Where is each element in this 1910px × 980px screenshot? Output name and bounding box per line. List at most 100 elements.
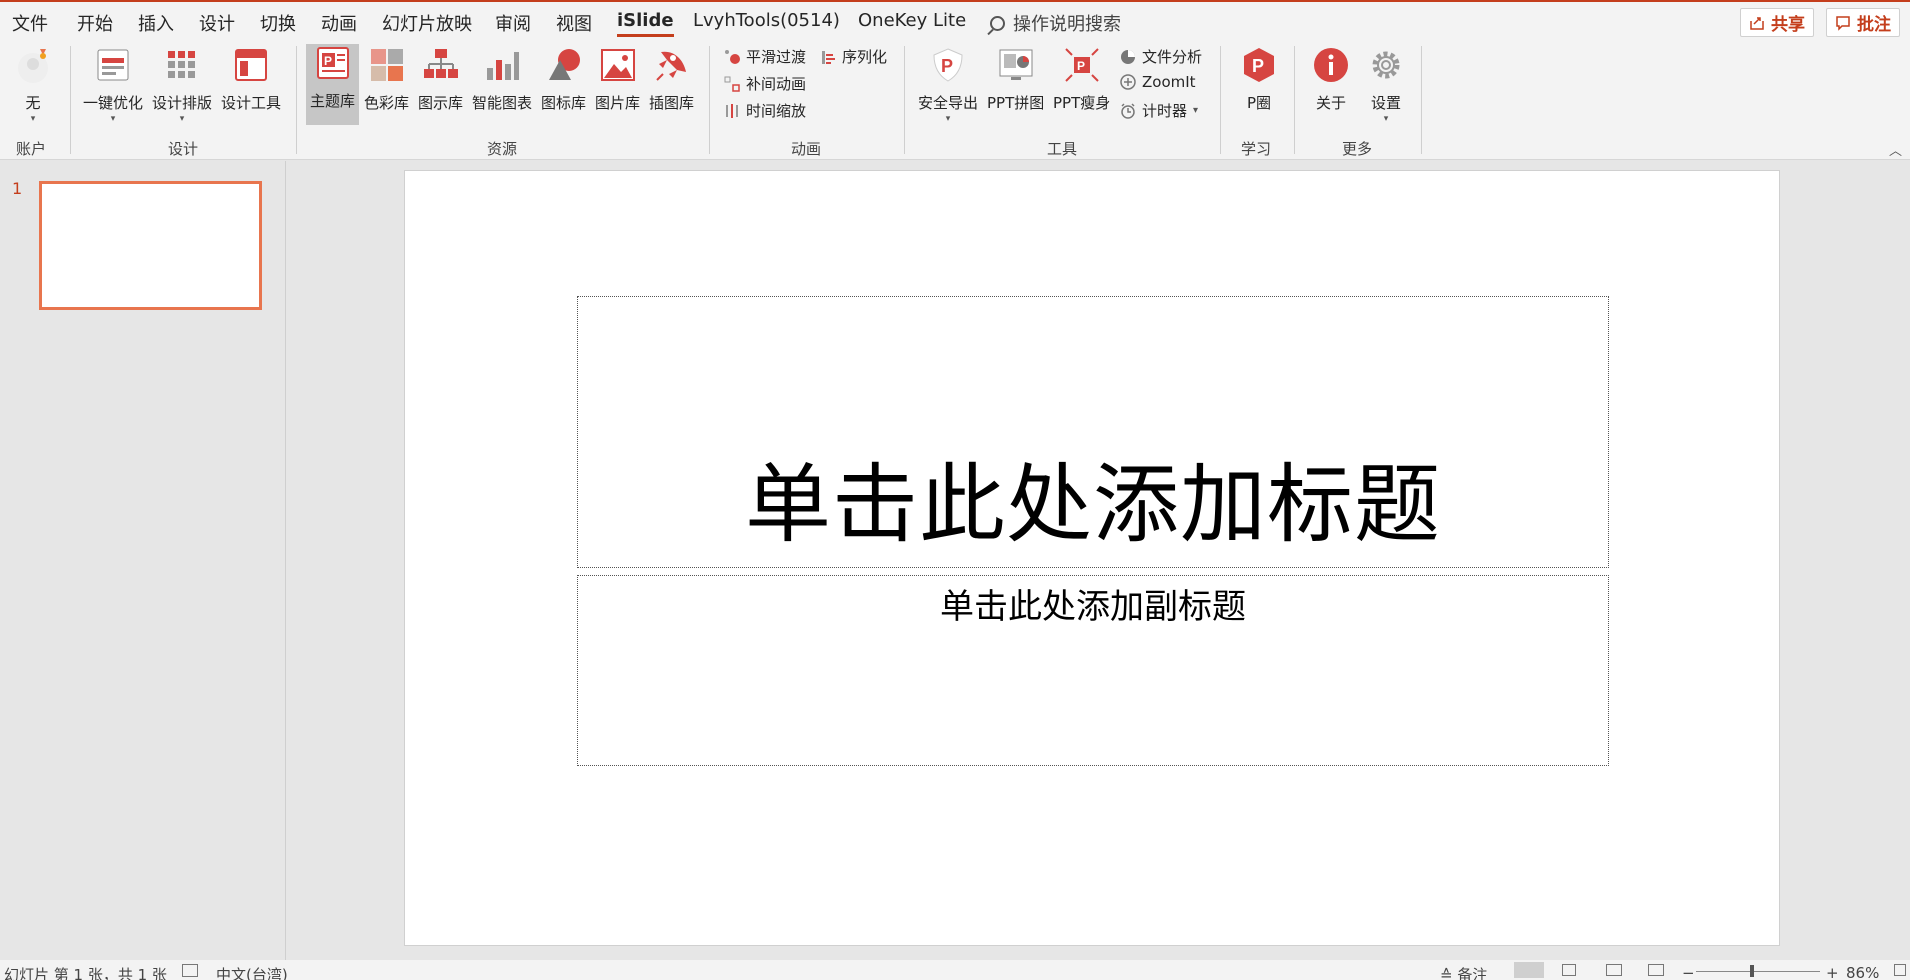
tab-transitions[interactable]: 切换 [260, 10, 296, 36]
svg-text:P: P [324, 54, 332, 68]
separator [709, 46, 710, 154]
zoom-slider-thumb[interactable] [1750, 965, 1754, 977]
group-label-account: 账户 [16, 140, 47, 158]
accessibility-icon[interactable] [182, 964, 198, 977]
search-icon [990, 15, 1005, 31]
tell-me-search[interactable]: 操作说明搜索 [990, 10, 1121, 36]
zoom-level[interactable]: 86% [1846, 964, 1879, 980]
notes-label: 备注 [1457, 966, 1488, 980]
ppt-collage-label: PPT拼图 [987, 94, 1045, 112]
icon-library-button[interactable]: 图标库 [541, 46, 586, 113]
tab-design[interactable]: 设计 [199, 10, 235, 36]
tab-view[interactable]: 视图 [556, 10, 592, 36]
illustration-library-label: 插图库 [649, 94, 695, 112]
image-library-button[interactable]: 图片库 [595, 46, 640, 113]
zoom-plus-icon [1120, 74, 1136, 90]
tab-file[interactable]: 文件 [12, 10, 48, 36]
ppt-collage-button[interactable]: PPT拼图 [987, 46, 1044, 113]
tab-slideshow[interactable]: 幻灯片放映 [382, 10, 472, 36]
serialize-icon [820, 49, 836, 65]
color-library-button[interactable]: 色彩库 [364, 46, 409, 113]
slide-count: 幻灯片 第 1 张，共 1 张 [4, 966, 167, 980]
account-button[interactable]: 无 ▾ [14, 46, 52, 124]
group-label-resources: 资源 [487, 140, 518, 158]
theme-library-button[interactable]: P 主题库 [306, 44, 360, 125]
separator [904, 46, 905, 154]
shield-p-icon: P [929, 46, 967, 84]
fit-to-window-icon[interactable] [1894, 964, 1906, 976]
settings-button[interactable]: 设置 ▾ [1367, 46, 1405, 124]
share-icon [1750, 16, 1764, 30]
slideshow-icon[interactable] [1648, 964, 1664, 976]
diagram-library-button[interactable]: 图示库 [418, 46, 463, 113]
tab-home[interactable]: 开始 [77, 10, 113, 36]
zoomit-button[interactable]: ZoomIt [1120, 73, 1196, 91]
illustration-library-button[interactable]: 插图库 [649, 46, 694, 113]
slide-number: 1 [12, 179, 23, 198]
ppt-slim-button[interactable]: P PPT瘦身 [1053, 46, 1110, 113]
separator [70, 46, 71, 154]
group-label-design: 设计 [168, 140, 199, 158]
tab-review[interactable]: 审阅 [495, 10, 531, 36]
slide-thumbnail[interactable] [39, 181, 262, 310]
smart-chart-label: 智能图表 [472, 94, 533, 112]
collapse-ribbon-icon[interactable]: ︿ [1889, 140, 1902, 159]
serialize-button[interactable]: 序列化 [820, 46, 887, 67]
smooth-transition-icon [724, 49, 740, 65]
settings-label: 设置 [1370, 94, 1401, 112]
timer-button[interactable]: 计时器 ▾ [1120, 100, 1198, 121]
chevron-down-icon: ▾ [1383, 114, 1389, 124]
slide-canvas[interactable]: 单击此处添加标题 单击此处添加副标题 [405, 171, 1779, 945]
time-scale-button[interactable]: 时间缩放 [724, 100, 806, 121]
subtitle-placeholder[interactable]: 单击此处添加副标题 [577, 575, 1609, 766]
notes-button[interactable]: ≙ 备注 [1440, 964, 1487, 980]
smart-chart-button[interactable]: 智能图表 [472, 46, 532, 113]
language-indicator[interactable]: 中文(台湾) [216, 964, 288, 980]
bar-chart-icon [483, 46, 521, 84]
tab-insert[interactable]: 插入 [138, 10, 174, 36]
p-circle-button[interactable]: P P圈 [1240, 46, 1278, 113]
zoom-slider[interactable] [1696, 965, 1820, 977]
compress-icon: P [1063, 46, 1101, 84]
tab-islide[interactable]: iSlide [617, 10, 674, 37]
collage-icon [997, 46, 1035, 84]
normal-view-icon[interactable] [1514, 962, 1544, 978]
smooth-transition-label: 平滑过渡 [746, 48, 807, 66]
title-placeholder[interactable]: 单击此处添加标题 [577, 296, 1609, 568]
file-analysis-button[interactable]: 文件分析 [1120, 46, 1202, 67]
reading-view-icon[interactable] [1606, 964, 1622, 976]
svg-text:P: P [941, 56, 953, 76]
tab-onekey-lite[interactable]: OneKey Lite [858, 10, 966, 31]
slide-sorter-icon[interactable] [1562, 964, 1576, 976]
slide-thumbnail-pane: 1 [0, 161, 286, 960]
theme-library-icon: P [314, 44, 352, 82]
tween-label: 补间动画 [746, 75, 807, 93]
optimize-icon [94, 46, 132, 84]
menu-tab-bar: 文件 开始 插入 设计 切换 动画 幻灯片放映 审阅 视图 iSlide Lvy… [0, 0, 1910, 40]
status-bar: 幻灯片 第 1 张，共 1 张 中文(台湾) ≙ 备注 − + 86% [0, 960, 1910, 980]
smooth-transition-button[interactable]: 平滑过渡 [724, 46, 806, 67]
tween-animation-button[interactable]: 补间动画 [724, 73, 806, 94]
tween-icon [724, 76, 740, 92]
color-library-label: 色彩库 [364, 94, 410, 112]
design-tools-button[interactable]: 设计工具 [221, 46, 281, 113]
icon-library-label: 图标库 [541, 94, 587, 112]
about-button[interactable]: 关于 [1312, 46, 1350, 113]
theme-library-label: 主题库 [310, 92, 356, 110]
secure-export-label: 安全导出 [918, 94, 979, 112]
tab-lvyhtools[interactable]: LvyhTools(0514) [693, 10, 840, 31]
svg-text:P: P [1252, 56, 1264, 76]
comments-button[interactable]: 批注 [1826, 8, 1900, 37]
group-label-more: 更多 [1342, 140, 1373, 158]
design-layout-button[interactable]: 设计排版 ▾ [152, 46, 212, 124]
zoom-out-icon[interactable]: − [1682, 964, 1695, 980]
zoom-in-icon[interactable]: + [1826, 964, 1839, 980]
separator [296, 46, 297, 154]
one-click-optimize-button[interactable]: 一键优化 ▾ [83, 46, 143, 124]
separator [1294, 46, 1295, 154]
tab-animations[interactable]: 动画 [321, 10, 357, 36]
about-label: 关于 [1315, 94, 1346, 112]
share-button[interactable]: 共享 [1740, 8, 1814, 37]
secure-export-button[interactable]: P 安全导出 ▾ [918, 46, 979, 124]
group-label-learn: 学习 [1241, 140, 1272, 158]
